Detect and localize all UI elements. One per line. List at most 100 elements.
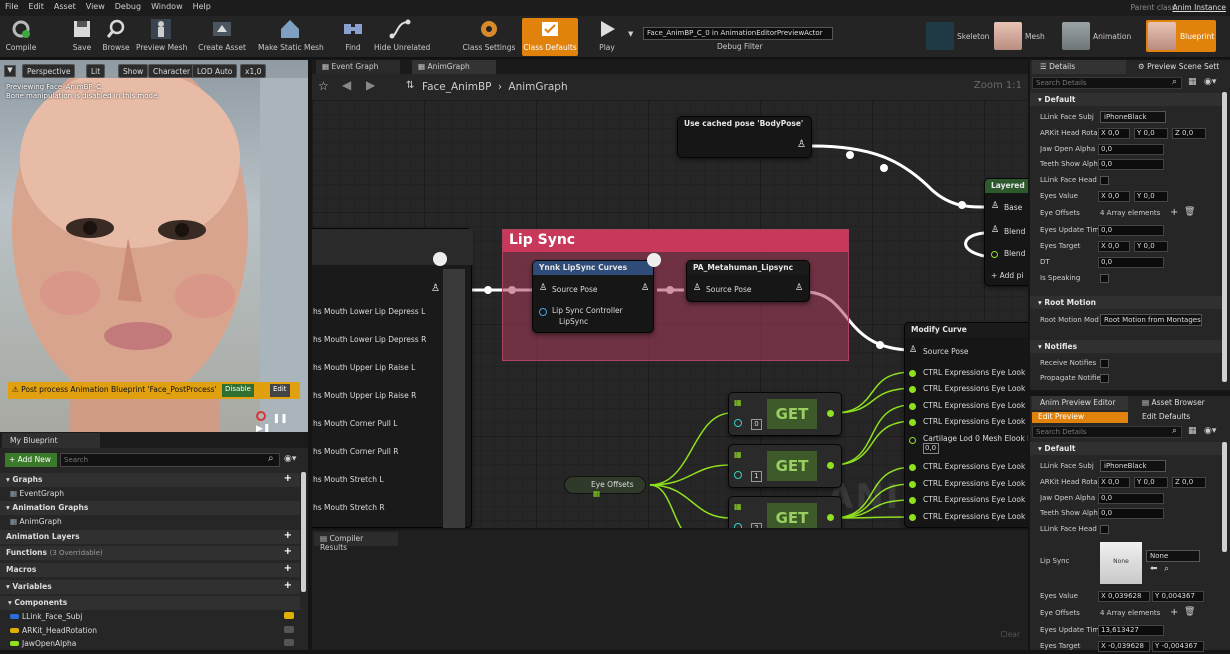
cached-pose-node[interactable]: Use cached pose 'BodyPose' ♙ bbox=[677, 116, 812, 158]
view-options-icon[interactable]: ◉▾ bbox=[1204, 77, 1216, 87]
layered-blend-node[interactable]: Layered ♙ Base ♙ Blend Blend + Add pi bbox=[984, 178, 1028, 286]
edit-postprocess-button[interactable]: Edit bbox=[270, 384, 290, 397]
pause-icon[interactable]: ❚❚ bbox=[273, 414, 288, 424]
float-pin-icon[interactable] bbox=[909, 514, 916, 521]
float-output-pin[interactable] bbox=[827, 462, 834, 469]
array-pin-icon[interactable]: ▦ bbox=[734, 502, 742, 511]
lipsync-asset-thumbnail[interactable]: None bbox=[1100, 542, 1142, 584]
macros-category[interactable]: Macros + bbox=[0, 563, 300, 577]
menu-file[interactable]: File bbox=[0, 0, 23, 13]
blueprint-scrollbar[interactable] bbox=[301, 472, 306, 592]
preview-search-input[interactable]: Search Details bbox=[1032, 426, 1182, 438]
lit-button[interactable]: Lit bbox=[86, 64, 106, 78]
mode-animation[interactable]: Animation bbox=[1062, 20, 1134, 52]
add-pin-button[interactable]: + Add pi bbox=[991, 271, 1023, 280]
tab-preview-scene-settings[interactable]: ⚙ Preview Scene Sett bbox=[1130, 60, 1227, 74]
teeth-show-field[interactable]: 0,0 bbox=[1098, 159, 1164, 170]
eyes-target-x-field[interactable]: X 0,0 bbox=[1098, 241, 1130, 252]
get-index-field[interactable]: 2 bbox=[751, 523, 762, 528]
blueprint-search-input[interactable]: Search bbox=[60, 453, 280, 467]
pose-output-pin[interactable]: ♙ bbox=[797, 139, 806, 150]
step-icon[interactable]: ▶❚ bbox=[256, 424, 270, 432]
int-pin-icon[interactable] bbox=[734, 419, 742, 427]
preview-viewport[interactable]: ▼ Perspective Lit Show Character LOD Aut… bbox=[0, 60, 308, 432]
favorite-star-icon[interactable]: ☆ bbox=[318, 79, 329, 93]
float-pin-icon[interactable] bbox=[909, 370, 916, 377]
preview-face-head-checkbox[interactable] bbox=[1100, 525, 1109, 534]
pose-input-pin[interactable]: ♙ bbox=[909, 345, 917, 355]
pa-metahuman-lipsync-node[interactable]: PA_Metahuman_Lipsync ♙ Source Pose ♙ bbox=[686, 260, 810, 302]
eye-options-icon[interactable]: ◉▾ bbox=[284, 454, 296, 464]
float-pin-icon[interactable] bbox=[909, 437, 916, 444]
disable-postprocess-button[interactable]: Disable bbox=[222, 384, 254, 397]
preview-eyes-target-y-field[interactable]: Y -0,004367 bbox=[1152, 641, 1204, 652]
add-new-button[interactable]: + Add New bbox=[5, 453, 57, 467]
play-options-arrow[interactable]: ▼ bbox=[628, 30, 633, 38]
breadcrumb-root[interactable]: Face_AnimBP bbox=[422, 81, 492, 93]
eyes-update-time-field[interactable]: 0,0 bbox=[1098, 225, 1164, 236]
array-get-node[interactable]: ▦ 2 GET bbox=[728, 496, 842, 528]
rotation-x-field[interactable]: X 0,0 bbox=[1098, 128, 1130, 139]
eyes-value-y-field[interactable]: Y 0,0 bbox=[1134, 191, 1168, 202]
dt-field[interactable]: 0,0 bbox=[1098, 257, 1164, 268]
array-pin-icon[interactable]: ▦ bbox=[734, 450, 742, 459]
lipsync-comment-title[interactable]: Lip Sync bbox=[503, 230, 848, 252]
preview-eyes-value-x-field[interactable]: X 0,039628 bbox=[1098, 591, 1150, 602]
variables-category[interactable]: ▾ Variables + bbox=[0, 580, 300, 594]
property-matrix-icon[interactable]: ▦ bbox=[1188, 426, 1197, 436]
add-macro-icon[interactable]: + bbox=[284, 563, 292, 574]
float-pin-icon[interactable] bbox=[991, 251, 998, 258]
preview-eyes-target-x-field[interactable]: X -0,039628 bbox=[1098, 641, 1150, 652]
lod-button[interactable]: LOD Auto bbox=[192, 64, 238, 78]
visibility-eye-icon[interactable] bbox=[284, 612, 294, 619]
float-output-pin[interactable] bbox=[827, 410, 834, 417]
viewport-options-arrow[interactable]: ▼ bbox=[4, 65, 16, 77]
browse-search-icon[interactable]: ⌕ bbox=[1164, 564, 1169, 574]
perspective-button[interactable]: Perspective bbox=[22, 64, 76, 78]
propagate-notifies-checkbox[interactable] bbox=[1100, 374, 1109, 383]
property-matrix-icon[interactable]: ▦ bbox=[1188, 77, 1197, 87]
variable-item[interactable]: ARKit_HeadRotation bbox=[0, 624, 300, 638]
trash-icon[interactable]: 🗑 bbox=[1184, 607, 1195, 617]
pose-input-pin[interactable]: ♙ bbox=[991, 225, 999, 235]
preview-rotation-y-field[interactable]: Y 0,0 bbox=[1134, 477, 1168, 488]
face-subject-combo[interactable]: iPhoneBlack bbox=[1100, 111, 1166, 123]
character-button[interactable]: Character bbox=[148, 64, 196, 78]
preview-jaw-open-field[interactable]: 0,0 bbox=[1098, 493, 1164, 504]
eyes-value-x-field[interactable]: X 0,0 bbox=[1098, 191, 1130, 202]
get-index-field[interactable]: 1 bbox=[751, 471, 762, 482]
float-pin-icon[interactable] bbox=[909, 403, 916, 410]
pose-input-pin[interactable]: ♙ bbox=[539, 283, 547, 293]
pose-input-pin[interactable]: ♙ bbox=[991, 201, 999, 211]
add-element-icon[interactable]: + bbox=[1170, 607, 1178, 618]
cartilage-value-field[interactable]: 0,0 bbox=[923, 443, 939, 454]
mode-blueprint[interactable]: Blueprint bbox=[1146, 20, 1216, 52]
tab-asset-browser[interactable]: ▤ Asset Browser bbox=[1134, 396, 1213, 410]
visibility-eye-icon[interactable] bbox=[284, 626, 294, 633]
back-arrow-icon[interactable]: ◀ bbox=[342, 78, 351, 92]
details-search-input[interactable]: Search Details bbox=[1032, 77, 1182, 89]
hide-unrelated-button[interactable]: Hide Unrelated bbox=[374, 18, 430, 56]
float-pin-icon[interactable] bbox=[909, 497, 916, 504]
eventgraph-item[interactable]: ▦ EventGraph bbox=[0, 487, 300, 501]
playback-speed-button[interactable]: x1,0 bbox=[240, 64, 267, 78]
preview-eyes-update-time-field[interactable]: 13,613427 bbox=[1098, 625, 1164, 636]
menu-debug[interactable]: Debug bbox=[110, 0, 146, 13]
menu-asset[interactable]: Asset bbox=[49, 0, 81, 13]
graphs-category[interactable]: ▾ Graphs + bbox=[0, 473, 300, 487]
is-speaking-checkbox[interactable] bbox=[1100, 274, 1109, 283]
create-asset-button[interactable]: Create Asset bbox=[198, 18, 246, 56]
add-graph-icon[interactable]: + bbox=[284, 473, 292, 484]
modify-curve-node[interactable]: Modify Curve ♙ Source Pose CTRL Expressi… bbox=[904, 322, 1028, 528]
make-static-mesh-button[interactable]: Make Static Mesh bbox=[258, 18, 324, 56]
int-pin-icon[interactable] bbox=[734, 523, 742, 528]
preview-scrollbar[interactable] bbox=[1222, 442, 1227, 552]
browse-button[interactable]: Browse bbox=[100, 18, 132, 56]
notifies-category[interactable]: ▾ Notifies bbox=[1030, 340, 1222, 353]
array-get-node[interactable]: ▦ 0 GET bbox=[728, 392, 842, 436]
record-icon[interactable] bbox=[256, 411, 266, 421]
root-motion-mode-combo[interactable]: Root Motion from Montages bbox=[1100, 314, 1202, 326]
anim-graph-canvas[interactable]: ANIMATION hs Mouth Lower Lip Depress L h… bbox=[312, 100, 1028, 528]
variable-item[interactable]: JawOpenAlpha bbox=[0, 637, 300, 651]
edit-defaults-tab[interactable]: Edit Defaults bbox=[1134, 412, 1224, 423]
